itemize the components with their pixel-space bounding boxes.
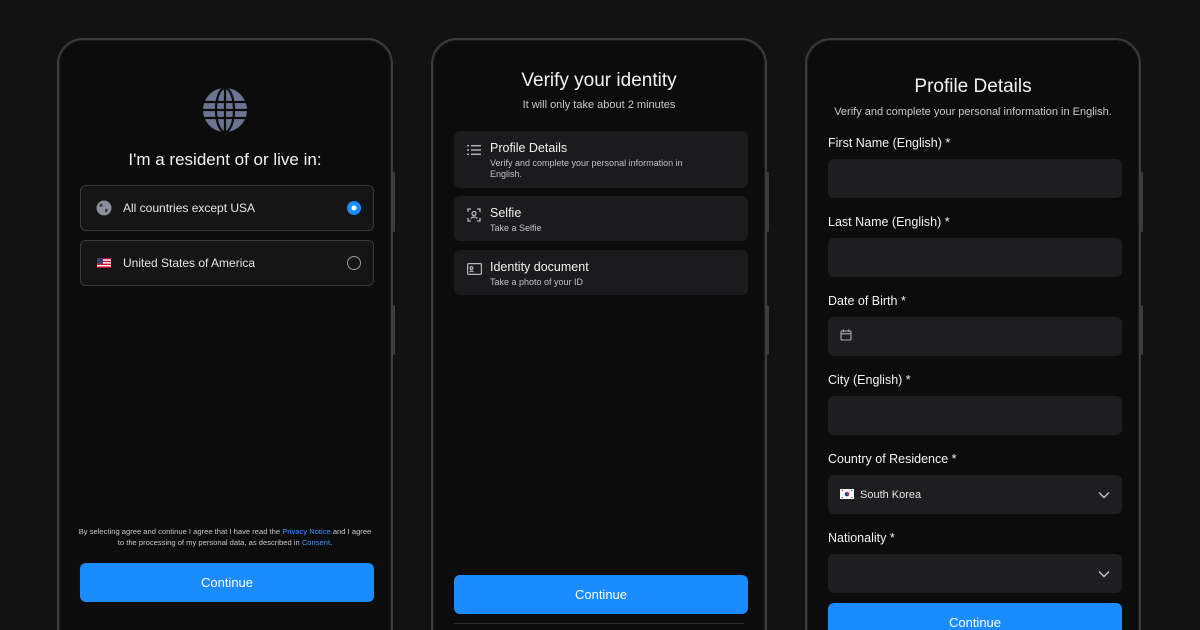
nationality-label: Nationality * [828,531,895,545]
page-title: Verify your identity [521,70,677,91]
residence-screen: I'm a resident of or live in: All countr… [57,38,393,630]
step-description: Take a photo of your ID [490,277,584,287]
country-option-all-except-usa[interactable]: All countries except USA [80,185,374,231]
privacy-notice-link[interactable]: Privacy Notice [282,527,331,536]
calendar-icon[interactable] [840,328,852,346]
step-identity-document[interactable]: Identity document Take a photo of your I… [454,250,748,295]
nationality-select[interactable] [828,554,1122,593]
us-flag-icon [95,254,113,272]
option-label: All countries except USA [123,201,256,215]
country-select[interactable]: South Korea [828,475,1122,514]
dob-field[interactable] [828,317,1122,356]
chevron-down-icon[interactable] [1098,486,1110,504]
globe-icon [95,199,113,217]
country-label: Country of Residence * [828,452,957,466]
radio-selected[interactable] [347,201,361,215]
last-name-label: Last Name (English) * [828,215,950,229]
country-value: South Korea [860,488,922,501]
first-name-label: First Name (English) * [828,136,951,150]
city-field[interactable] [828,396,1122,435]
first-name-field[interactable] [828,159,1122,198]
dob-label: Date of Birth * [828,294,906,308]
page-subtitle: It will only take about 2 minutes [522,99,676,111]
continue-button[interactable]: Continue [454,575,748,614]
step-description: Take a Selfie [490,223,542,233]
page-subtitle: Verify and complete your personal inform… [834,106,1112,118]
kr-flag-icon [840,486,854,504]
consent-link[interactable]: Consent [302,538,330,547]
consent-text-part: By selecting agree and continue I agree … [78,527,283,536]
page-title: Profile Details [914,76,1032,97]
city-label: City (English) * [828,373,911,387]
step-description: Verify and complete your personal inform… [490,158,683,179]
step-profile-details[interactable]: Profile Details Verify and complete your… [454,131,748,188]
verify-identity-screen: Verify your identity It will only take a… [431,38,767,630]
consent-text-part: . [330,537,333,547]
last-name-field[interactable] [828,238,1122,277]
face-scan-icon [466,207,482,223]
step-title: Identity document [490,260,589,274]
id-card-icon [466,261,482,277]
divider [454,623,744,624]
profile-details-screen: Profile Details Verify and complete your… [805,38,1141,630]
continue-button[interactable]: Continue [80,563,374,602]
country-option-usa[interactable]: United States of America [80,240,374,286]
consent-text: By selecting agree and continue I agree … [77,527,373,548]
radio-unselected[interactable] [347,256,361,270]
list-icon [466,142,482,158]
chevron-down-icon[interactable] [1098,565,1110,583]
option-label: United States of America [123,256,256,270]
step-selfie[interactable]: Selfie Take a Selfie [454,196,748,241]
continue-button[interactable]: Continue [828,603,1122,630]
page-title: I'm a resident of or live in: [128,150,322,169]
step-title: Selfie [490,206,522,220]
globe-icon [201,86,249,134]
step-title: Profile Details [490,141,568,155]
